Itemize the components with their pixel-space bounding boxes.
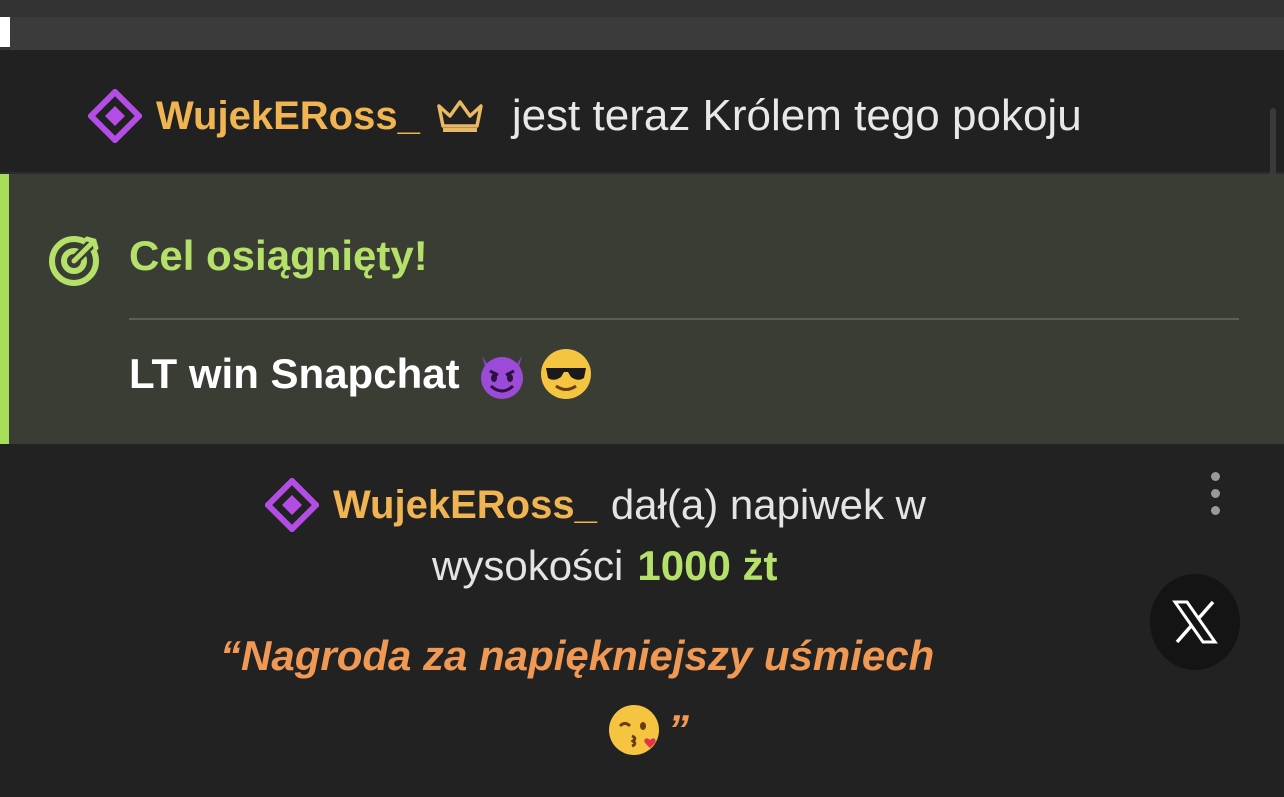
top-bar (0, 0, 1284, 50)
kebab-menu-icon[interactable] (1202, 472, 1228, 526)
sunglasses-face-emoji-icon (540, 349, 591, 399)
x-logo-icon[interactable] (1150, 574, 1240, 670)
tip-text-line2: wysokości (432, 542, 624, 589)
goal-divider (129, 318, 1239, 320)
goal-text: LT win Snapchat (129, 350, 460, 397)
tip-username[interactable]: WujekERoss_ (333, 483, 597, 528)
diamond-icon (88, 89, 142, 143)
tip-amount: 1000 żt (637, 542, 778, 589)
tip-quote-end: ” (668, 706, 689, 753)
crown-icon (437, 100, 483, 132)
tip-text-line1: dał(a) napiwek w (610, 481, 926, 528)
king-username[interactable]: WujekERoss_ (156, 94, 420, 139)
goal-title: Cel osiągnięty! (129, 232, 428, 279)
smiling-devil-emoji-icon (480, 356, 523, 399)
king-message: jest teraz Królem tego pokoju (511, 91, 1082, 140)
target-icon (49, 236, 99, 286)
x-logo-glyph-icon (1172, 600, 1218, 644)
tip-message: WujekERoss_ dał(a) napiwek w wysokości 1… (0, 446, 1284, 797)
top-input-area[interactable] (10, 17, 1284, 50)
text-cursor (0, 17, 10, 47)
tip-quote-end-row: ” (598, 702, 689, 758)
diamond-icon (265, 478, 319, 532)
kissing-face-emoji-icon (609, 705, 659, 755)
tip-quote: “Nagroda za napiękniejszy uśmiech (220, 632, 935, 679)
goal-achieved-panel: Cel osiągnięty! LT win Snapchat (0, 174, 1284, 444)
king-announcement: WujekERoss_ jest teraz Królem tego pokoj… (0, 50, 1284, 216)
goal-text-row: LT win Snapchat (129, 346, 594, 402)
